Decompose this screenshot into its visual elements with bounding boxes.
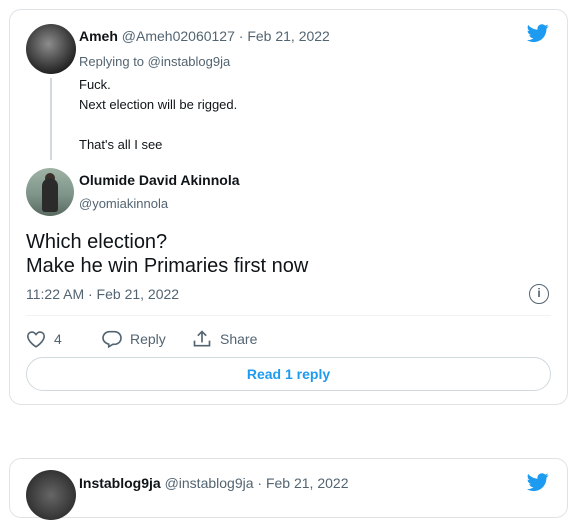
read-replies-button[interactable]: Read 1 reply — [26, 357, 551, 391]
share-action[interactable]: Share — [192, 328, 257, 350]
main-author-name[interactable]: Olumide David Akinnola — [79, 172, 240, 188]
share-label: Share — [220, 331, 258, 347]
main-author-handle[interactable]: @yomiakinnola — [79, 196, 168, 211]
info-icon[interactable]: i — [529, 284, 549, 304]
like-action[interactable]: 4 — [26, 328, 62, 350]
avatar-olumide[interactable] — [26, 168, 74, 216]
like-count: 4 — [54, 331, 62, 347]
tweet-text-line: Make he win Primaries first now — [26, 255, 309, 277]
twitter-bird-icon[interactable] — [525, 22, 551, 44]
thread-line — [50, 78, 52, 160]
next-tweet-date[interactable]: Feb 21, 2022 — [266, 475, 349, 491]
reply-text-line: Next election will be rigged. — [79, 97, 238, 112]
share-icon — [193, 330, 211, 347]
next-tweet-header: Instablog9ja @instablog9ja · Feb 21, 202… — [79, 475, 348, 491]
reply-icon — [102, 330, 122, 348]
tweet-timestamp[interactable]: 11:22 AM · Feb 21, 2022 — [26, 286, 179, 302]
next-author-handle[interactable]: @instablog9ja — [165, 475, 254, 491]
avatar-ameh[interactable] — [26, 24, 76, 74]
separator: · — [257, 475, 263, 491]
separator: · — [238, 28, 244, 44]
twitter-bird-icon[interactable] — [525, 471, 551, 493]
avatar-instablog9ja[interactable] — [26, 470, 76, 520]
embedded-tweet-card: Ameh @Ameh02060127 · Feb 21, 2022 Replyi… — [9, 9, 568, 405]
reply-author-name[interactable]: Ameh — [79, 28, 118, 44]
reply-date[interactable]: Feb 21, 2022 — [247, 28, 330, 44]
tweet-text-line: Which election? — [26, 231, 168, 253]
reply-header: Ameh @Ameh02060127 · Feb 21, 2022 — [79, 28, 330, 44]
reply-label: Reply — [130, 331, 166, 347]
heart-icon — [26, 331, 46, 348]
reply-action[interactable]: Reply — [102, 328, 166, 350]
next-tweet-card: Instablog9ja @instablog9ja · Feb 21, 202… — [9, 458, 568, 520]
replying-to[interactable]: Replying to @instablog9ja — [79, 54, 230, 69]
reply-text-line: That's all I see — [79, 137, 163, 152]
reply-text-line: Fuck. — [79, 77, 111, 92]
next-author-name[interactable]: Instablog9ja — [79, 475, 161, 491]
reply-author-handle[interactable]: @Ameh02060127 — [122, 28, 235, 44]
divider — [26, 315, 551, 316]
